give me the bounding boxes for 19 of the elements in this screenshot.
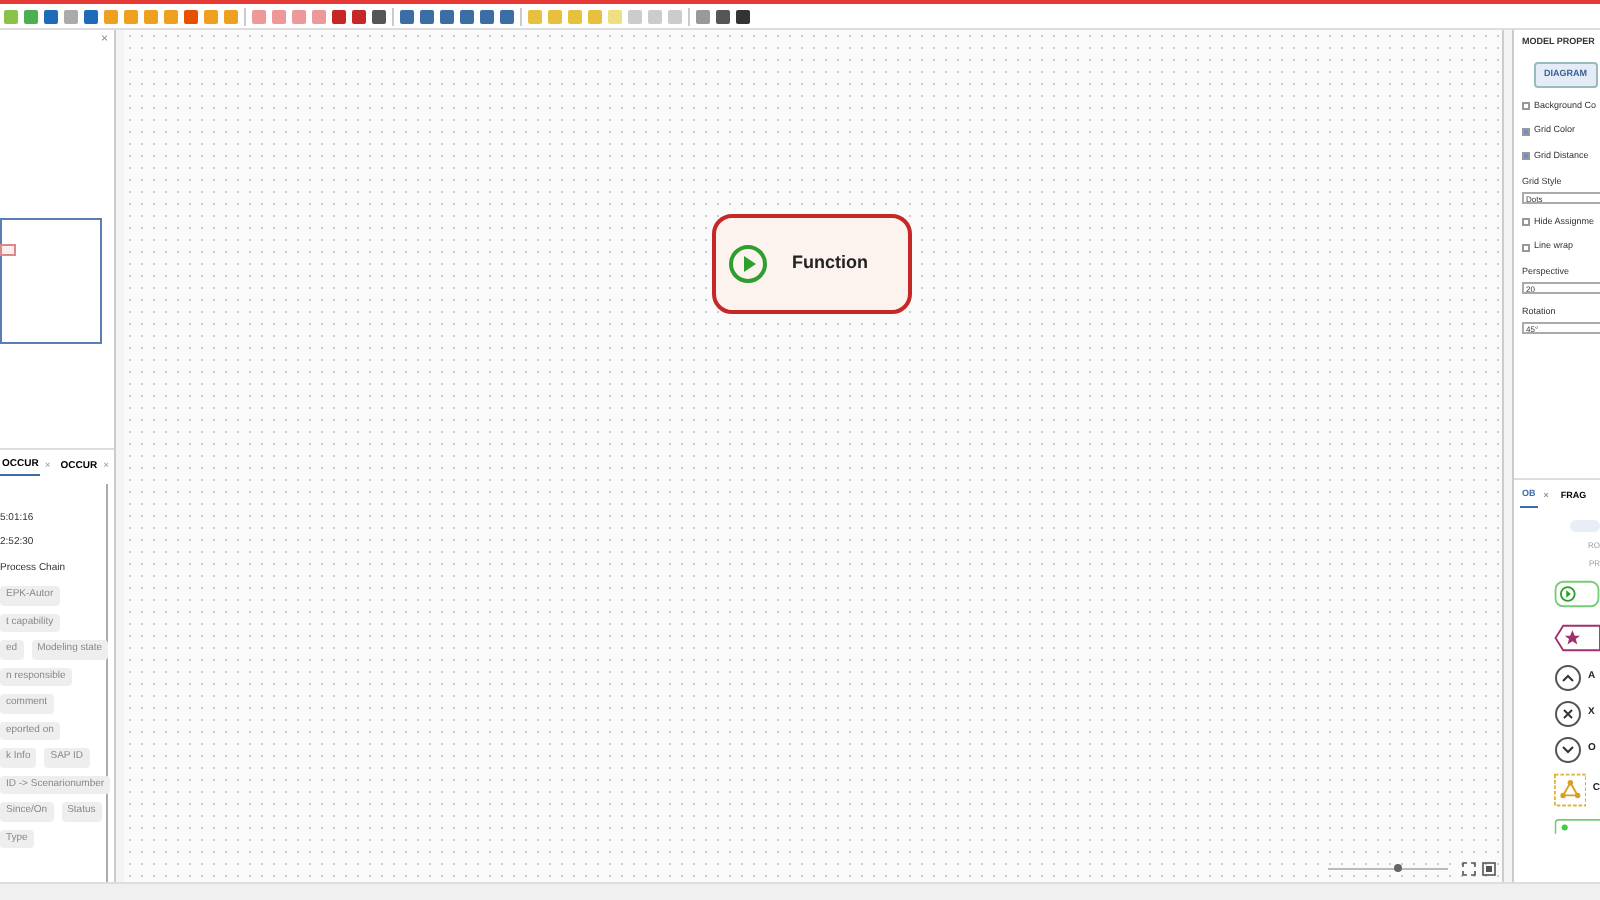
process-shape-icon[interactable] [1554, 815, 1600, 836]
checkbox[interactable] [1522, 217, 1530, 226]
node-label: Function [792, 250, 868, 277]
checkbox[interactable] [1522, 127, 1530, 136]
checkbox[interactable] [1522, 243, 1530, 252]
x-circle-icon[interactable] [1554, 699, 1582, 728]
function-shape-icon[interactable] [1554, 575, 1600, 612]
fullscreen-icon[interactable] [1462, 861, 1476, 875]
play-icon [728, 244, 768, 284]
fit-icon[interactable] [1482, 861, 1496, 875]
checkbox[interactable] [1522, 152, 1530, 161]
checkbox[interactable] [1522, 101, 1530, 110]
event-shape-icon[interactable] [1554, 619, 1600, 656]
minimap-viewport[interactable] [0, 218, 102, 344]
caret-up-circle-icon[interactable] [1554, 663, 1582, 692]
function-node[interactable]: Function [712, 214, 912, 314]
caret-down-circle-icon[interactable] [1554, 735, 1582, 764]
slider-thumb[interactable] [1394, 863, 1402, 871]
minimap-node [0, 244, 16, 256]
